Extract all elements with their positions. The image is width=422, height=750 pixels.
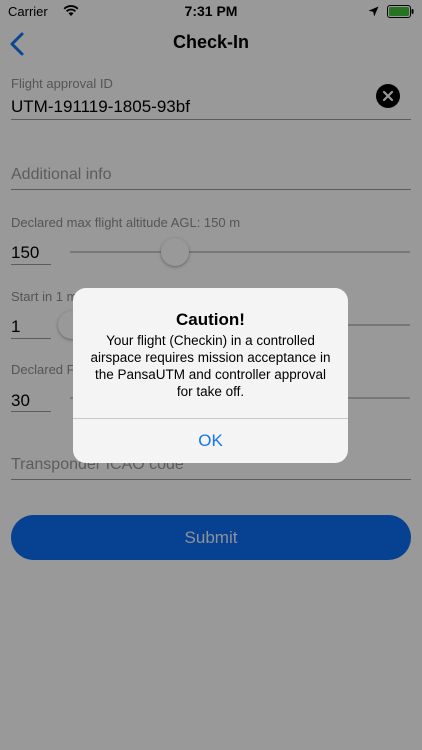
alert-title: Caution! bbox=[176, 310, 245, 329]
alert-ok-button[interactable]: OK bbox=[73, 419, 348, 463]
caution-alert: Caution! Your flight (Checkin) in a cont… bbox=[73, 288, 348, 463]
alert-message: Your flight (Checkin) in a controlled ai… bbox=[90, 333, 331, 399]
